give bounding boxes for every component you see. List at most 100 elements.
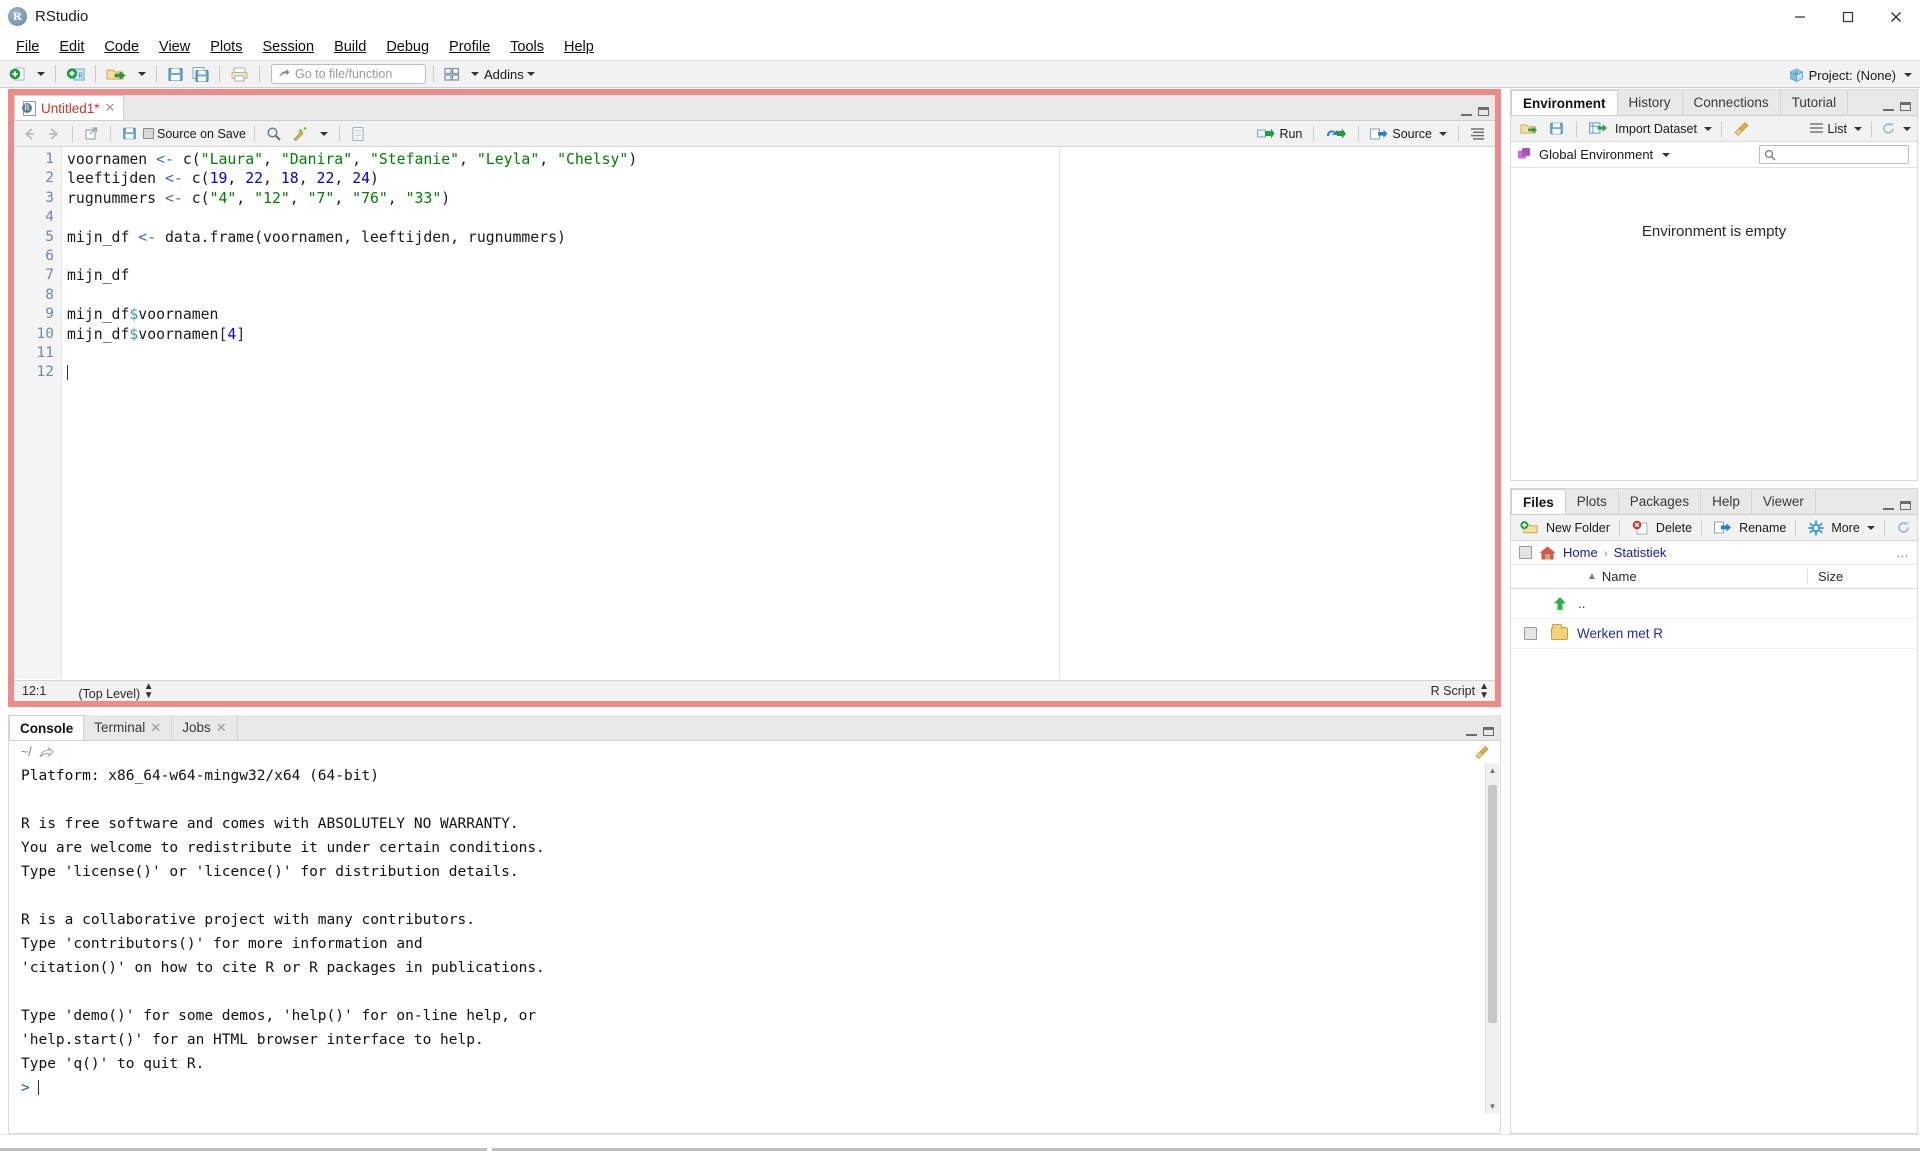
addins-button[interactable]: Addins <box>484 67 535 82</box>
code-line[interactable]: rugnummers <- c("4", "12", "7", "76", "3… <box>67 189 1495 208</box>
minimize-pane-icon[interactable] <box>1461 107 1472 116</box>
new-project-button[interactable]: R <box>63 62 88 86</box>
tab-jobs[interactable]: Jobs ✕ <box>172 715 238 740</box>
code-line[interactable] <box>67 344 1495 363</box>
code-line[interactable] <box>67 247 1495 266</box>
console-working-directory[interactable]: ~/ <box>21 745 32 759</box>
clear-console-button[interactable] <box>1475 745 1490 760</box>
breadcrumb-overflow[interactable]: … <box>1896 545 1909 560</box>
tab-tutorial[interactable]: Tutorial <box>1780 90 1849 115</box>
breadcrumb-statistiek[interactable]: Statistiek <box>1614 545 1667 560</box>
scroll-down-icon[interactable]: ▼ <box>1486 1099 1499 1113</box>
run-button[interactable]: Run <box>1254 127 1305 141</box>
save-all-button[interactable] <box>189 62 212 86</box>
open-file-button[interactable] <box>103 62 130 86</box>
chevron-down-icon[interactable] <box>1854 126 1862 131</box>
goto-file-function-input[interactable]: Go to file/function <box>271 64 426 84</box>
menu-build[interactable]: Build <box>324 36 376 58</box>
tab-terminal[interactable]: Terminal ✕ <box>84 715 173 740</box>
minimize-pane-icon[interactable] <box>1883 501 1894 510</box>
tab-plots[interactable]: Plots <box>1565 489 1619 514</box>
file-name[interactable]: .. <box>1578 596 1586 611</box>
tab-history[interactable]: History <box>1617 90 1683 115</box>
row-checkbox[interactable] <box>1524 627 1537 640</box>
print-button[interactable] <box>227 62 252 86</box>
tab-connections[interactable]: Connections <box>1682 90 1781 115</box>
menu-edit[interactable]: Edit <box>49 36 94 58</box>
column-header-size[interactable]: Size <box>1807 569 1917 584</box>
chevron-down-icon[interactable] <box>1866 525 1875 530</box>
source-tab-untitled1[interactable]: Untitled1* ✕ <box>14 95 125 120</box>
workspace-panes-button[interactable] <box>441 62 463 86</box>
workspace-panes-dropdown[interactable] <box>465 62 482 86</box>
file-name[interactable]: Werken met R <box>1577 626 1663 641</box>
load-workspace-button[interactable] <box>1517 117 1542 141</box>
console-scrollbar[interactable]: ▲ ▼ <box>1485 763 1499 1113</box>
document-outline-button[interactable] <box>1467 122 1489 146</box>
column-header-name[interactable]: ▲ Name <box>1587 569 1807 584</box>
menu-session[interactable]: Session <box>252 36 324 58</box>
editor-forward-button[interactable] <box>43 122 64 146</box>
code-line[interactable] <box>67 208 1495 227</box>
editor-body[interactable]: 1 2 3 4 5 6 7 8 9 10 11 12 voornamen <- c("Laura", … <box>14 147 1495 679</box>
source-button[interactable]: Source <box>1367 127 1450 141</box>
new-file-button[interactable] <box>6 62 29 86</box>
clear-objects-button[interactable] <box>1731 117 1753 141</box>
chevron-down-icon[interactable] <box>1903 126 1911 131</box>
maximize-pane-icon[interactable] <box>1483 727 1494 736</box>
import-dataset-button[interactable] <box>1586 117 1611 141</box>
source-on-save-checkbox[interactable] <box>143 128 154 139</box>
scope-selector[interactable]: (Top Level) ▲ ▼ <box>78 681 153 701</box>
menu-plots[interactable]: Plots <box>200 36 252 58</box>
new-folder-button[interactable] <box>1517 516 1542 540</box>
close-button[interactable] <box>1872 0 1920 34</box>
code-line[interactable]: mijn_df <- data.frame(voornamen, leeftij… <box>67 228 1495 247</box>
code-line[interactable] <box>67 286 1495 305</box>
table-row[interactable]: Werken met R <box>1511 619 1917 649</box>
close-icon[interactable]: ✕ <box>150 720 161 736</box>
menu-tools[interactable]: Tools <box>500 36 554 58</box>
editor-back-button[interactable] <box>19 122 40 146</box>
close-icon[interactable]: ✕ <box>105 100 116 116</box>
tab-console[interactable]: Console <box>9 715 85 740</box>
menu-file[interactable]: File <box>6 36 49 58</box>
project-selector[interactable]: R Project: (None) <box>1789 61 1912 89</box>
save-button[interactable] <box>164 62 187 86</box>
new-file-dropdown[interactable] <box>31 62 48 86</box>
more-button[interactable] <box>1805 516 1827 540</box>
tab-viewer[interactable]: Viewer <box>1751 489 1816 514</box>
table-row[interactable]: .. <box>1511 589 1917 619</box>
code-line[interactable]: mijn_df <box>67 266 1495 285</box>
compile-report-button[interactable] <box>348 122 368 146</box>
console-scrollbar-thumb[interactable] <box>1488 785 1497 1023</box>
chevron-down-icon[interactable] <box>1662 152 1671 157</box>
code-tools-button[interactable] <box>288 122 311 146</box>
code-line[interactable]: mijn_df$voornamen <box>67 305 1495 324</box>
show-in-new-window-button[interactable] <box>81 122 102 146</box>
chevron-down-icon[interactable] <box>1703 126 1712 131</box>
menu-code[interactable]: Code <box>94 36 149 58</box>
tab-packages[interactable]: Packages <box>1618 489 1702 514</box>
save-workspace-button[interactable] <box>1546 117 1567 141</box>
code-line[interactable] <box>67 363 1495 382</box>
code-line[interactable]: voornamen <- c("Laura", "Danira", "Stefa… <box>67 150 1495 169</box>
menu-profile[interactable]: Profile <box>439 36 500 58</box>
maximize-button[interactable] <box>1824 0 1872 34</box>
scroll-up-icon[interactable]: ▲ <box>1486 763 1499 777</box>
re-run-button[interactable] <box>1322 122 1350 146</box>
menu-view[interactable]: View <box>149 36 200 58</box>
menu-help[interactable]: Help <box>554 36 604 58</box>
tab-help[interactable]: Help <box>1701 489 1752 514</box>
code-area[interactable]: voornamen <- c("Laura", "Danira", "Stefa… <box>62 147 1495 679</box>
maximize-pane-icon[interactable] <box>1900 102 1911 111</box>
files-refresh-button[interactable] <box>1896 520 1911 535</box>
environment-search-input[interactable] <box>1759 145 1909 164</box>
maximize-pane-icon[interactable] <box>1478 107 1489 116</box>
minimize-pane-icon[interactable] <box>1466 727 1477 736</box>
minimize-pane-icon[interactable] <box>1883 102 1894 111</box>
close-icon[interactable]: ✕ <box>216 720 227 736</box>
find-replace-button[interactable] <box>263 122 285 146</box>
menu-debug[interactable]: Debug <box>376 36 439 58</box>
delete-button[interactable] <box>1629 516 1652 540</box>
tab-files[interactable]: Files <box>1511 489 1566 514</box>
